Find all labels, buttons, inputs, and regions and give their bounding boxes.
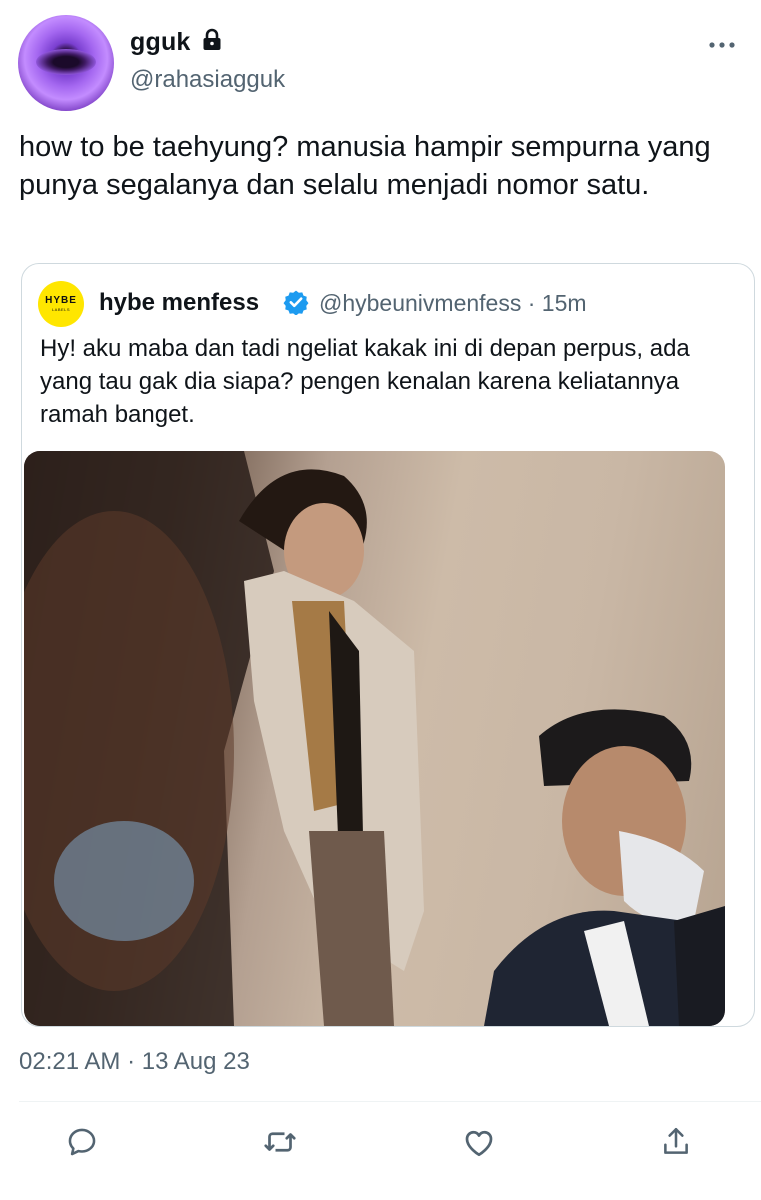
quoted-tweet[interactable]: HYBE LABELS hybe menfess @hybeunivmenfes… — [21, 263, 755, 1027]
lock-icon — [203, 28, 221, 50]
author-avatar[interactable] — [18, 15, 114, 111]
quoted-tweet-text: Hy! aku maba dan tadi ngeliat kakak ini … — [40, 335, 690, 428]
quoted-author-handle[interactable]: @hybeunivmenfess — [319, 290, 521, 316]
like-button[interactable] — [459, 1122, 499, 1162]
quoted-author-avatar[interactable]: HYBE LABELS — [38, 281, 84, 327]
reply-button[interactable] — [62, 1122, 102, 1162]
like-icon — [465, 1130, 493, 1157]
retweet-button[interactable] — [260, 1122, 300, 1162]
quoted-time[interactable]: 15m — [542, 290, 587, 316]
hybe-logo: HYBE — [45, 295, 77, 306]
hybe-logo-sub: LABELS — [51, 307, 71, 312]
retweet-icon — [264, 1132, 296, 1152]
quoted-author-meta: @hybeunivmenfess · 15m — [319, 290, 587, 317]
quoted-author-name[interactable]: hybe menfess — [99, 289, 259, 317]
verified-badge-icon — [283, 290, 309, 315]
share-icon — [664, 1127, 688, 1154]
quoted-tweet-photo[interactable] — [24, 451, 725, 1026]
reply-icon — [68, 1128, 96, 1156]
tweet-text: how to be taehyung? manusia hampir sempu… — [19, 131, 711, 201]
author-name[interactable]: gguk — [130, 28, 191, 57]
divider — [19, 1101, 761, 1102]
tweet-timestamp[interactable]: 02:21 AM · 13 Aug 23 — [19, 1048, 250, 1076]
share-button[interactable] — [656, 1122, 696, 1162]
author-handle[interactable]: @rahasiagguk — [130, 66, 285, 94]
meta-separator: · — [527, 290, 536, 316]
more-icon[interactable] — [708, 38, 736, 52]
